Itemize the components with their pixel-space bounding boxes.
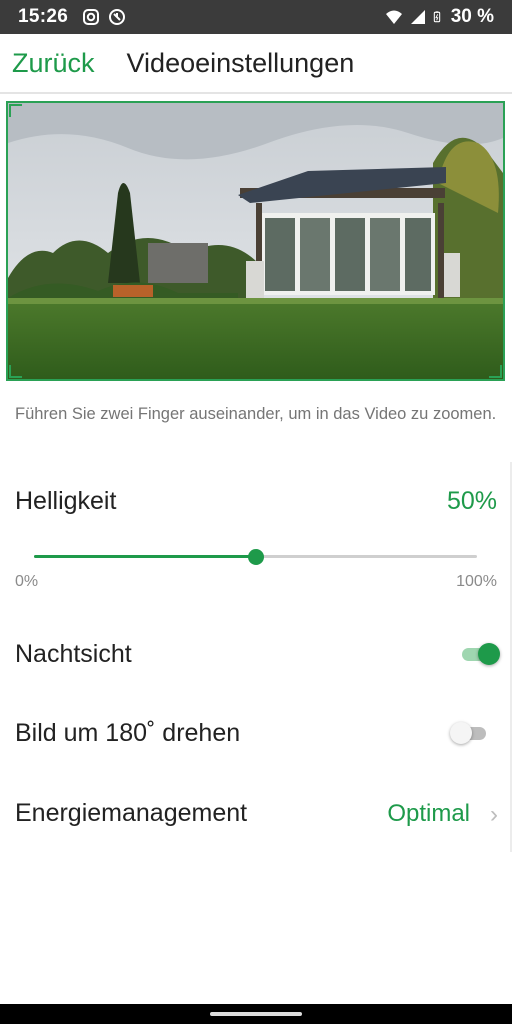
instagram-icon [83, 9, 100, 25]
home-gesture-handle[interactable] [210, 1012, 302, 1016]
slider-max-label: 100% [456, 573, 497, 590]
toggle-knob [450, 722, 472, 744]
night-vision-label: Nachtsicht [15, 640, 132, 668]
energy-management-value[interactable]: Optimal [387, 800, 470, 828]
rotate-label: Bild um 180˚ drehen [15, 719, 241, 747]
page-title: Videoeinstellungen [126, 47, 355, 78]
wifi-icon [385, 10, 402, 24]
rotate-toggle[interactable] [450, 722, 490, 744]
brightness-slider[interactable] [34, 548, 477, 566]
signal-icon [410, 10, 425, 24]
brightness-label: Helligkeit [15, 487, 117, 515]
zoom-hint-text: Führen Sie zwei Finger auseinander, um i… [15, 405, 497, 423]
chevron-right-icon[interactable]: › [490, 801, 498, 829]
status-bar: 15:26 30 % [0, 0, 512, 34]
brightness-value: 50% [446, 487, 497, 515]
app-notification-icon [109, 9, 126, 25]
slider-min-label: 0% [15, 573, 39, 590]
energy-management-label[interactable]: Energiemanagement [15, 799, 247, 828]
slider-thumb[interactable] [247, 549, 264, 565]
app-header: Zurück Videoeinstellungen [0, 34, 512, 94]
battery-icon [433, 11, 440, 23]
toggle-knob [478, 643, 500, 665]
camera-live-view-image [8, 103, 503, 379]
back-button[interactable]: Zurück [12, 48, 95, 79]
slider-fill [34, 555, 256, 558]
night-vision-toggle[interactable] [460, 643, 500, 665]
battery-percent: 30 % [450, 6, 494, 27]
video-preview[interactable] [6, 101, 505, 381]
status-time: 15:26 [18, 6, 69, 27]
